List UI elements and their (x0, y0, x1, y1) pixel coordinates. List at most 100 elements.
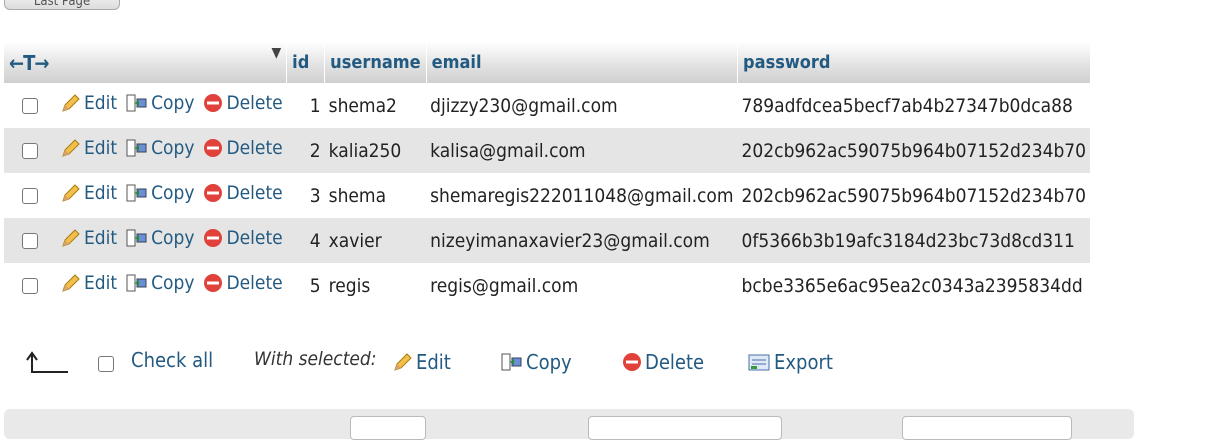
row-delete-button[interactable]: Delete (202, 272, 283, 294)
copy-icon (126, 184, 147, 202)
cell-password: 0f5366b3b19afc3184d23bc73d8cd311 (737, 218, 1091, 263)
row-copy-button[interactable]: Copy (125, 272, 194, 294)
row-delete-button[interactable]: Delete (202, 92, 283, 114)
row-edit-cell[interactable]: Edit (56, 263, 122, 308)
cell-username: xavier (324, 218, 427, 263)
row-copy-button[interactable]: Copy (125, 92, 194, 114)
bulk-delete-label: Delete (645, 350, 705, 374)
row-delete-cell[interactable]: Delete (198, 218, 287, 263)
row-copy-cell[interactable]: Copy (121, 83, 199, 128)
row-edit-label: Edit (84, 272, 118, 294)
row-edit-label: Edit (84, 227, 118, 249)
sort-options-icon[interactable]: ▼ (271, 45, 281, 61)
cell-password: 789adfdcea5becf7ab4b27347b0dca88 (737, 83, 1091, 128)
row-edit-button[interactable]: Edit (60, 227, 117, 249)
column-header-password[interactable]: password (737, 42, 1091, 83)
check-all-label[interactable]: Check all (131, 348, 213, 372)
row-checkbox[interactable] (22, 98, 38, 114)
bulk-export-label: Export (774, 350, 833, 374)
column-header-email[interactable]: email (425, 42, 738, 83)
table-row[interactable]: Edit Copy Delete 4 xavier nizeyimanaxavier23@… (4, 218, 1091, 263)
copy-icon (501, 353, 522, 371)
last-page-button[interactable]: Last Page (4, 0, 120, 10)
pencil-icon (62, 94, 80, 112)
row-delete-cell[interactable]: Delete (198, 173, 287, 218)
column-header-username[interactable]: username (324, 42, 427, 83)
row-delete-label: Delete (226, 137, 283, 159)
row-delete-button[interactable]: Delete (202, 137, 283, 159)
delete-icon (204, 94, 223, 112)
row-delete-button[interactable]: Delete (202, 182, 283, 204)
delete-icon (204, 274, 223, 292)
table-row[interactable]: Edit Copy Delete 2 kalia250 kalisa@gmail.com 2… (4, 128, 1091, 173)
row-edit-button[interactable]: Edit (60, 272, 117, 294)
row-edit-button[interactable]: Edit (60, 182, 117, 204)
cell-id: 4 (286, 218, 325, 263)
delete-icon (204, 139, 223, 157)
copy-icon (126, 139, 147, 157)
cell-email: kalisa@gmail.com (426, 128, 738, 173)
row-edit-cell[interactable]: Edit (56, 128, 122, 173)
column-controls[interactable]: ←T→ ▼ (4, 42, 287, 83)
row-checkbox-cell[interactable] (4, 263, 56, 308)
row-edit-button[interactable]: Edit (60, 92, 117, 114)
table-row[interactable]: Edit Copy Delete 5 regis regis@gmail.com bcbe3… (4, 263, 1091, 308)
row-checkbox[interactable] (22, 233, 38, 249)
cell-id: 2 (286, 128, 325, 173)
cell-email: regis@gmail.com (426, 263, 738, 308)
column-header-id[interactable]: id (286, 42, 325, 83)
cell-id: 5 (286, 263, 325, 308)
cell-email: nizeyimanaxavier23@gmail.com (426, 218, 738, 263)
row-edit-label: Edit (84, 182, 118, 204)
bulk-delete-button[interactable]: Delete (621, 350, 704, 374)
row-copy-label: Copy (151, 137, 195, 159)
row-copy-button[interactable]: Copy (125, 227, 194, 249)
bulk-copy-label: Copy (526, 350, 572, 374)
table-row[interactable]: Edit Copy Delete 1 shema2 djizzy230@gmail.com… (4, 83, 1091, 128)
pencil-icon (62, 139, 80, 157)
row-copy-cell[interactable]: Copy (121, 218, 199, 263)
delete-icon (623, 353, 641, 371)
table-header-row: ←T→ ▼ id username email password (4, 42, 1091, 83)
row-edit-label: Edit (84, 92, 118, 114)
delete-icon (204, 229, 223, 247)
bulk-edit-button[interactable]: Edit (392, 350, 451, 374)
row-copy-label: Copy (151, 272, 195, 294)
row-checkbox-cell[interactable] (4, 83, 56, 128)
bulk-actions-bar: Check all With selected: Edit Copy Delet… (0, 338, 1218, 388)
row-edit-cell[interactable]: Edit (56, 173, 122, 218)
footer-field-1[interactable] (350, 416, 426, 440)
row-copy-button[interactable]: Copy (125, 182, 194, 204)
row-edit-label: Edit (84, 137, 118, 159)
row-copy-cell[interactable]: Copy (121, 263, 199, 308)
row-delete-cell[interactable]: Delete (198, 83, 287, 128)
row-checkbox[interactable] (22, 188, 38, 204)
pencil-icon (394, 353, 412, 371)
row-checkbox[interactable] (22, 278, 38, 294)
check-all-checkbox[interactable] (98, 356, 114, 372)
row-edit-cell[interactable]: Edit (56, 218, 122, 263)
row-delete-cell[interactable]: Delete (198, 128, 287, 173)
pencil-icon (62, 274, 80, 292)
bulk-copy-button[interactable]: Copy (500, 350, 572, 374)
footer-field-2[interactable] (588, 416, 782, 440)
row-checkbox[interactable] (22, 143, 38, 159)
footer-field-3[interactable] (902, 416, 1072, 440)
cell-id: 1 (286, 83, 325, 128)
row-checkbox-cell[interactable] (4, 173, 56, 218)
row-delete-label: Delete (226, 182, 283, 204)
row-copy-cell[interactable]: Copy (121, 173, 199, 218)
row-copy-button[interactable]: Copy (125, 137, 194, 159)
delete-icon (204, 184, 223, 202)
expand-columns-icon[interactable]: ←T→ (9, 51, 49, 75)
row-checkbox-cell[interactable] (4, 218, 56, 263)
row-checkbox-cell[interactable] (4, 128, 56, 173)
row-delete-button[interactable]: Delete (202, 227, 283, 249)
bulk-export-button[interactable]: Export (748, 350, 833, 374)
row-edit-button[interactable]: Edit (60, 137, 117, 159)
row-delete-cell[interactable]: Delete (198, 263, 287, 308)
row-edit-cell[interactable]: Edit (56, 83, 122, 128)
row-copy-cell[interactable]: Copy (121, 128, 199, 173)
table-row[interactable]: Edit Copy Delete 3 shema shemaregis222011048@… (4, 173, 1091, 218)
cell-email: djizzy230@gmail.com (426, 83, 738, 128)
